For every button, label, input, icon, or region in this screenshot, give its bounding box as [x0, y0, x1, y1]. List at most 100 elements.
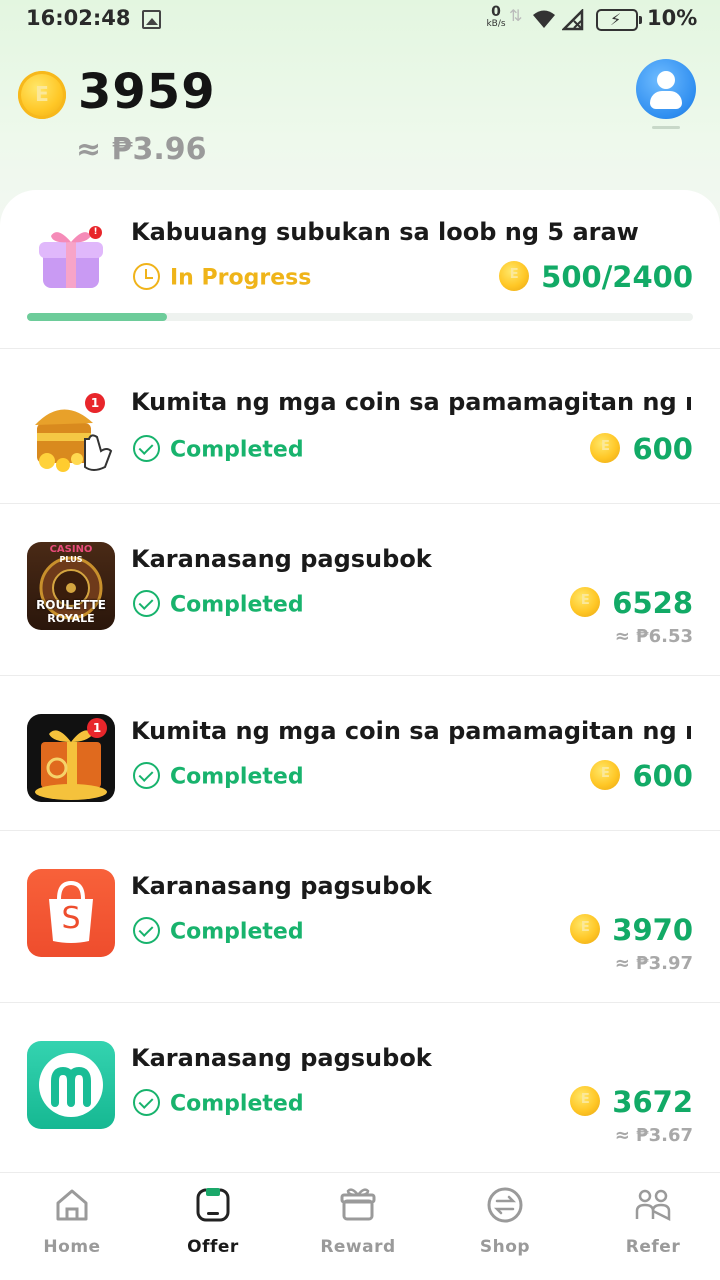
task-row[interactable]: 1 Kumita ng mga coin sa pamamagitan ng r… [0, 349, 720, 504]
task-reward: 6528 [570, 586, 693, 620]
nav-label: Reward [320, 1237, 396, 1257]
status-label: Completed [170, 437, 304, 463]
check-circle-icon [133, 1089, 160, 1116]
charging-bolt-icon: ⚡ [610, 10, 622, 29]
reward-value: 3672 [612, 1085, 693, 1119]
shopee-app-icon: S [27, 869, 115, 957]
reward-value: 500/2400 [541, 260, 693, 294]
progress-fill [27, 313, 167, 321]
status-bar: 16:02:48 0 kB/s ⇅ ⚡ 10% [0, 0, 720, 40]
coin-icon [570, 1086, 601, 1116]
nav-refer[interactable]: Refer [581, 1173, 720, 1280]
peso-equivalent: ≈ ₱3.97 [614, 953, 693, 974]
task-status: Completed [133, 1089, 304, 1118]
coin-icon: E [18, 71, 66, 119]
nav-label: Offer [187, 1237, 239, 1257]
gift-icon [340, 1188, 376, 1221]
status-time: 16:02:48 [26, 6, 131, 30]
avatar-head [657, 71, 675, 89]
app-letter: S [61, 901, 81, 936]
status-label: Completed [170, 1091, 304, 1117]
status-label: Completed [170, 764, 304, 790]
task-status: Completed [133, 917, 304, 946]
network-speed-unit: kB/s [486, 19, 506, 29]
task-title: Karanasang pagsubok [131, 545, 432, 573]
task-title: Kumita ng mga coin sa pamamagitan ng ra.… [131, 388, 691, 416]
app-title-2: ROYALE [47, 612, 95, 625]
coin-icon [570, 587, 601, 617]
nav-home[interactable]: Home [0, 1173, 144, 1280]
coin-icon [570, 914, 601, 944]
coin-letter: E [35, 82, 49, 106]
offer-icon [196, 1188, 230, 1222]
battery-percentage: 10% [647, 6, 698, 30]
coin-icon [499, 261, 530, 291]
signal-icon [562, 9, 584, 31]
check-circle-icon [133, 435, 160, 462]
nav-reward[interactable]: Reward [286, 1173, 430, 1280]
task-status: In Progress [133, 263, 312, 292]
task-row[interactable]: ! Kabuuang subukan sa loob ng 5 araw In … [0, 190, 720, 349]
coin-icon [590, 760, 621, 790]
task-reward: 3970 [570, 913, 693, 947]
avatar-body [650, 91, 682, 109]
status-label: In Progress [170, 265, 312, 291]
check-circle-icon [133, 917, 160, 944]
app-title: ROULETTE [36, 598, 106, 612]
status-label: Completed [170, 919, 304, 945]
coin-balance: 3959 [78, 64, 216, 120]
treasure-chest-icon: 1 [27, 389, 115, 477]
task-row[interactable]: 1 Kumita ng mga coin sa pamamagitan ng r… [0, 676, 720, 831]
task-title: Kumita ng mga coin sa pamamagitan ng ra.… [131, 717, 691, 745]
m-app-icon [27, 1041, 115, 1129]
roulette-royale-app-icon: CASINO PLUS ROULETTE ROYALE [27, 542, 115, 630]
task-status: Completed [133, 762, 304, 791]
people-icon [635, 1189, 671, 1222]
peso-equivalent: ≈ ₱3.67 [614, 1125, 693, 1146]
task-reward: 600 [590, 759, 693, 793]
task-row[interactable]: CASINO PLUS ROULETTE ROYALE Karanasang p… [0, 504, 720, 676]
gallery-icon [142, 10, 161, 29]
gift-coins-app-icon: 1 [27, 714, 115, 802]
battery-icon: ⚡ [596, 9, 642, 31]
task-row[interactable]: Karanasang pagsubok Completed 3672 ≈ ₱3.… [0, 1003, 720, 1180]
clock-icon [133, 263, 160, 290]
nav-offer[interactable]: Offer [141, 1173, 285, 1280]
task-reward: 3672 [570, 1085, 693, 1119]
reward-value: 600 [632, 759, 693, 793]
task-status: Completed [133, 590, 304, 619]
notification-badge: 1 [87, 718, 107, 738]
avatar[interactable] [636, 59, 696, 119]
reward-value: 6528 [612, 586, 693, 620]
notification-badge: ! [89, 226, 102, 239]
exchange-icon [487, 1187, 523, 1223]
peso-equivalent: ≈ ₱3.96 [76, 132, 207, 167]
nav-label: Home [43, 1237, 101, 1257]
check-circle-icon [133, 590, 160, 617]
reward-value: 600 [632, 432, 693, 466]
nav-shop[interactable]: Shop [433, 1173, 577, 1280]
nav-label: Refer [625, 1237, 681, 1257]
progress-bar [27, 313, 693, 321]
peso-equivalent: ≈ ₱6.53 [614, 626, 693, 647]
task-title: Karanasang pagsubok [131, 872, 432, 900]
bottom-nav: Home Offer Reward Shop Refer [0, 1172, 720, 1280]
app-brand: CASINO [49, 544, 93, 555]
task-reward: 600 [590, 432, 693, 466]
reward-value: 3970 [612, 913, 693, 947]
nav-label: Shop [479, 1237, 531, 1257]
avatar-indicator [652, 126, 680, 129]
home-icon [56, 1189, 88, 1221]
network-speed: 0 kB/s [481, 5, 511, 29]
network-speed-value: 0 [491, 4, 501, 20]
task-list: ! Kabuuang subukan sa loob ng 5 araw In … [0, 190, 720, 1180]
task-reward: 500/2400 [499, 260, 693, 294]
task-title: Karanasang pagsubok [131, 1044, 432, 1072]
app-brand-sub: PLUS [59, 555, 83, 564]
task-title: Kabuuang subukan sa loob ng 5 araw [131, 218, 639, 246]
gift-box-icon: ! [33, 220, 109, 296]
data-arrows-icon: ⇅ [509, 6, 523, 25]
coin-icon [590, 433, 621, 463]
task-row[interactable]: S Karanasang pagsubok Completed 3970 ≈ ₱… [0, 831, 720, 1003]
notification-badge: 1 [85, 393, 105, 413]
